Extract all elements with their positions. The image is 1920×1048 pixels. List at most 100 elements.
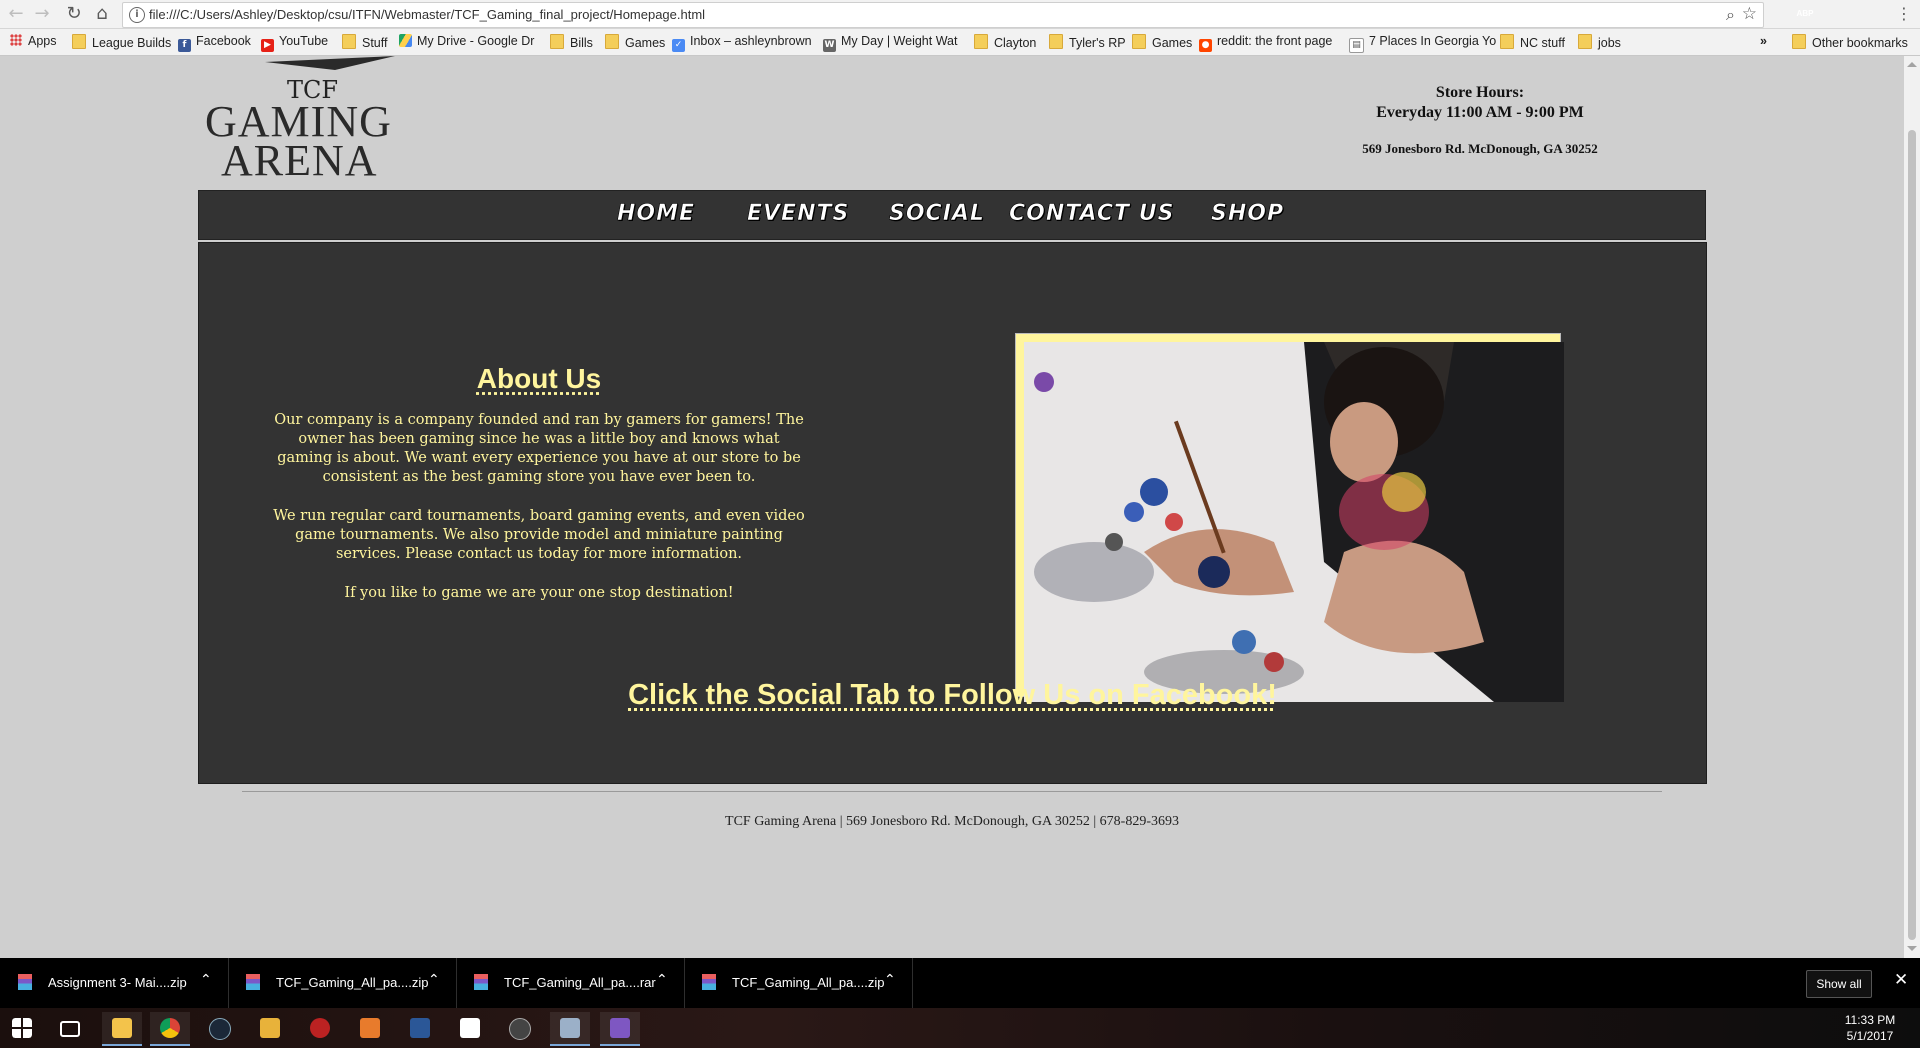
download-item[interactable]: Assignment 3- Mai....zip ⌃ (0, 958, 229, 1008)
archive-icon (702, 974, 716, 990)
download-shelf: Assignment 3- Mai....zip ⌃ TCF_Gaming_Al… (0, 958, 1920, 1008)
word-icon[interactable] (400, 1012, 440, 1044)
folder-icon (1792, 34, 1806, 49)
about-paragraph: If you like to game we are your one stop… (344, 585, 734, 601)
scroll-down-icon[interactable] (1907, 946, 1917, 951)
folder-icon (1132, 34, 1146, 49)
about-paragraph: We run regular card tournaments, board g… (273, 508, 805, 562)
forward-arrow-icon[interactable]: → (30, 2, 54, 26)
pdf-extension-icon[interactable] (1860, 5, 1878, 23)
footer-text: TCF Gaming Arena | 569 Jonesboro Rd. McD… (725, 814, 1179, 829)
google-drive-icon (399, 34, 412, 47)
show-all-downloads-button[interactable]: Show all (1806, 970, 1872, 998)
social-cta-link[interactable]: Click the Social Tab to Follow Us on Fac… (199, 679, 1706, 712)
chevron-up-icon[interactable]: ⌃ (428, 972, 440, 988)
archive-icon (18, 974, 32, 990)
store-hours-title: Store Hours: (1435, 84, 1525, 101)
dropbox-icon[interactable] (450, 1012, 490, 1044)
scrollbar-thumb[interactable] (1908, 130, 1916, 940)
logo-arena-text: ARENA (221, 136, 378, 185)
bookmarks-bar: Apps League Builds f Facebook ▶ YouTube St… (0, 29, 1920, 56)
file-explorer-icon[interactable] (102, 1012, 142, 1046)
page-icon: ▤ (1349, 38, 1364, 53)
folder-icon (1049, 34, 1063, 49)
task-view-icon[interactable] (50, 1012, 90, 1044)
bookmark-item[interactable]: Clayton (974, 34, 1036, 50)
info-icon[interactable]: i (129, 7, 145, 23)
folder-icon (550, 34, 564, 49)
bookmark-item[interactable]: Games (605, 34, 665, 50)
adblock-plus-icon[interactable]: ABP (1796, 5, 1814, 23)
nav-events[interactable]: EVENTS (747, 201, 849, 227)
app-icon[interactable] (350, 1012, 390, 1044)
scroll-up-icon[interactable] (1907, 62, 1917, 67)
app-icon[interactable] (250, 1012, 290, 1044)
content-panel: About Us Our company is a company founde… (198, 242, 1707, 784)
chevron-up-icon[interactable]: ⌃ (656, 972, 668, 988)
page-scrollbar[interactable] (1904, 56, 1920, 958)
nav-shop[interactable]: SHOP (1211, 201, 1284, 227)
photo-frame (1015, 333, 1564, 702)
web-page: TCF GAMING ARENA Store Hours: Everyday 1… (0, 56, 1904, 958)
zoom-icon[interactable]: ⌕ (1726, 5, 1735, 25)
bookmark-apps[interactable]: Apps (10, 34, 57, 48)
bookmark-item[interactable]: Tyler's RP (1049, 34, 1126, 50)
bookmark-item[interactable]: f Facebook (178, 34, 251, 52)
chrome-icon[interactable] (150, 1012, 190, 1046)
bookmark-item[interactable]: ● reddit: the front page (1199, 34, 1332, 52)
home-icon[interactable]: ⌂ (90, 2, 114, 26)
archive-icon (474, 974, 488, 990)
bookmark-item[interactable]: Games (1132, 34, 1192, 50)
obs-icon[interactable] (500, 1012, 540, 1044)
back-arrow-icon[interactable]: ← (4, 2, 28, 26)
reload-icon[interactable]: ↻ (62, 2, 86, 26)
chevron-up-icon[interactable]: ⌃ (200, 972, 212, 988)
bookmark-item[interactable]: League Builds (72, 34, 171, 50)
bookmark-item[interactable]: NC stuff (1500, 34, 1565, 50)
bookmarks-overflow-icon[interactable]: » (1760, 34, 1767, 48)
site-logo[interactable]: TCF GAMING ARENA (205, 56, 415, 185)
about-heading: About Us (476, 363, 602, 394)
main-nav: HOME EVENTS SOCIAL CONTACT US SHOP (198, 190, 1706, 240)
url-text[interactable]: file:///C:/Users/Ashley/Desktop/csu/ITFN… (149, 7, 705, 22)
bookmark-item[interactable]: W My Day | Weight Wat (823, 34, 957, 52)
nav-social[interactable]: SOCIAL (889, 201, 985, 227)
folder-icon (1578, 34, 1592, 49)
bookmark-item[interactable]: ✓ Inbox – ashleynbrown (672, 34, 812, 52)
nav-home[interactable]: HOME (617, 201, 695, 227)
bookmark-item[interactable]: My Drive - Google Dr (399, 34, 534, 48)
bookmark-item[interactable]: ▤ 7 Places In Georgia Yo (1349, 34, 1496, 53)
folder-icon (1500, 34, 1514, 49)
close-icon[interactable]: ✕ (1894, 970, 1908, 990)
nav-contact-us[interactable]: CONTACT US (1009, 201, 1174, 227)
bookmark-item[interactable]: jobs (1578, 34, 1621, 50)
folder-icon (72, 34, 86, 49)
chevron-up-icon[interactable]: ⌃ (884, 972, 896, 988)
footer-divider (242, 791, 1662, 792)
weight-watchers-icon: W (823, 39, 836, 52)
archive-icon (246, 974, 260, 990)
steam-icon[interactable] (200, 1012, 240, 1044)
youtube-icon: ▶ (261, 39, 274, 52)
download-item[interactable]: TCF_Gaming_All_pa....zip ⌃ (684, 958, 913, 1008)
bookmark-item[interactable]: ▶ YouTube (261, 34, 328, 52)
address-bar[interactable]: i file:///C:/Users/Ashley/Desktop/csu/IT… (122, 2, 1764, 28)
other-bookmarks[interactable]: Other bookmarks (1792, 34, 1908, 50)
store-hours-text: Everyday 11:00 AM - 9:00 PM (1376, 104, 1584, 121)
folder-icon (342, 34, 356, 49)
bookmark-item[interactable]: Bills (550, 34, 593, 50)
app-icon[interactable] (550, 1012, 590, 1046)
extension-icon[interactable] (1828, 5, 1846, 23)
clock-time[interactable]: 11:33 PM (1830, 1013, 1910, 1027)
browser-toolbar: ← → ↻ ⌂ i file:///C:/Users/Ashley/Deskto… (0, 0, 1920, 29)
windows-start-icon[interactable] (2, 1012, 42, 1044)
menu-icon[interactable]: ⋮ (1892, 2, 1916, 26)
reddit-icon: ● (1199, 39, 1212, 52)
clock-date[interactable]: 5/1/2017 (1830, 1029, 1910, 1043)
visual-studio-icon[interactable] (600, 1012, 640, 1046)
league-client-icon[interactable] (300, 1012, 340, 1044)
bookmark-star-icon[interactable]: ☆ (1742, 4, 1757, 24)
download-item[interactable]: TCF_Gaming_All_pa....rar ⌃ (456, 958, 685, 1008)
download-item[interactable]: TCF_Gaming_All_pa....zip ⌃ (228, 958, 457, 1008)
bookmark-item[interactable]: Stuff (342, 34, 387, 50)
